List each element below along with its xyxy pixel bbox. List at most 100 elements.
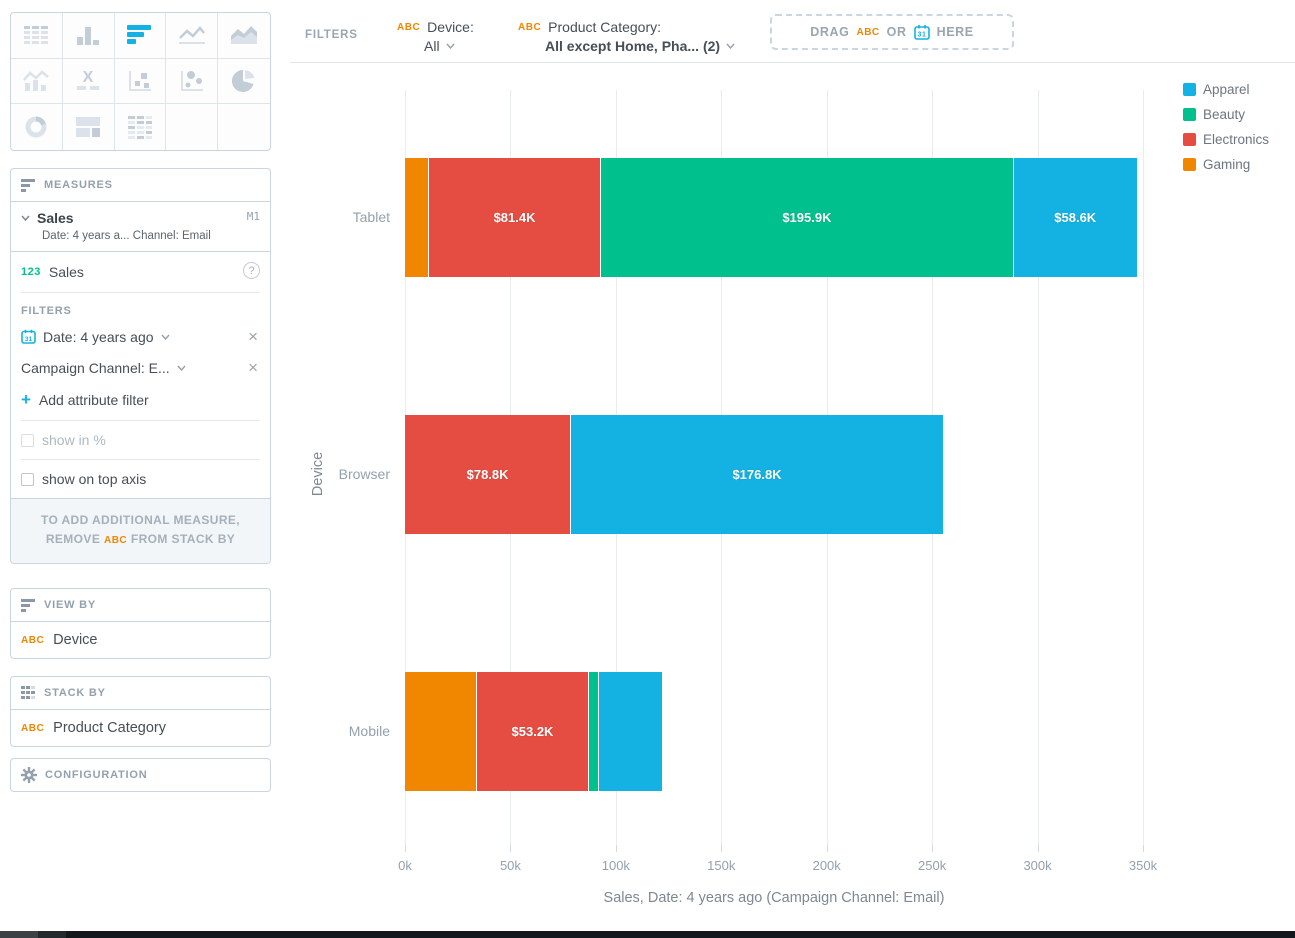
bar-segment-electronics[interactable]: $81.4K xyxy=(429,158,601,277)
vis-type-area-chart[interactable] xyxy=(218,13,270,59)
remove-attribute-filter-icon[interactable]: × xyxy=(246,359,260,376)
bar-segment-beauty[interactable]: $195.9K xyxy=(601,158,1014,277)
show-on-top-axis-checkbox[interactable]: show on top axis xyxy=(21,460,260,498)
bar-segment-electronics[interactable]: $53.2K xyxy=(477,672,589,791)
bar-segment-apparel[interactable] xyxy=(599,672,663,791)
x-axis-tick-label: 300k xyxy=(1008,858,1068,873)
chevron-down-icon[interactable] xyxy=(21,215,30,221)
legend-swatch xyxy=(1183,83,1196,96)
x-axis-tick xyxy=(721,845,722,852)
measure-subtitle: Date: 4 years a... Channel: Email xyxy=(42,230,260,242)
heatmap-icon xyxy=(127,115,153,139)
filter-drop-zone[interactable]: DRAG ABC OR 31 HERE xyxy=(770,14,1014,50)
bar-segment-gaming[interactable] xyxy=(405,672,477,791)
stack-by-bucket-icon xyxy=(21,686,36,700)
show-on-top-axis-label: show on top axis xyxy=(42,471,146,487)
legend-label: Apparel xyxy=(1203,82,1250,97)
data-label: $58.6K xyxy=(1054,210,1096,225)
calendar-icon: 31 xyxy=(914,24,930,40)
filter-chip-product-category[interactable]: ABC Product Category: All except Home, P… xyxy=(518,19,735,54)
vis-type-empty-2 xyxy=(218,104,270,150)
bar-chart-icon-selected xyxy=(127,24,152,46)
vis-type-treemap[interactable] xyxy=(63,104,115,150)
add-attribute-filter-button[interactable]: + Add attribute filter xyxy=(21,383,260,420)
configuration-header-label: CONFIGURATION xyxy=(45,769,147,781)
visualization-picker: X xyxy=(10,12,271,151)
filter-chip-title: Product Category: xyxy=(548,19,661,35)
measures-bucket-icon xyxy=(21,179,36,192)
filter-chip-device[interactable]: ABC Device: All xyxy=(397,19,474,54)
measure-card-sales[interactable]: Sales Date: 4 years a... Channel: Email … xyxy=(11,201,270,251)
vis-type-bar-chart[interactable] xyxy=(115,13,167,59)
date-filter-label: Date: 4 years ago xyxy=(43,329,154,345)
measure-fact-label: Sales xyxy=(49,264,84,280)
plot-area: 0k50k100k150k200k250k300k350kTablet$81.4… xyxy=(405,90,1143,845)
line-chart-icon xyxy=(178,24,206,46)
bar-segment-gaming[interactable] xyxy=(405,158,429,277)
view-by-item-device[interactable]: ABC Device xyxy=(11,621,270,658)
attribute-filter-row[interactable]: Campaign Channel: E... × xyxy=(21,352,260,383)
analytical-designer-app: X MEASURES Sales xyxy=(0,0,1295,938)
measure-definition-row[interactable]: 123 Sales ? xyxy=(21,252,260,292)
abc-attribute-icon: ABC xyxy=(21,723,44,734)
vis-type-scatter-plot[interactable] xyxy=(115,59,167,105)
configuration-section[interactable]: CONFIGURATION xyxy=(10,758,271,792)
legend-label: Beauty xyxy=(1203,107,1245,122)
vis-type-headline[interactable]: X xyxy=(63,59,115,105)
x-axis-tick-label: 250k xyxy=(902,858,962,873)
stack-by-item-product-category[interactable]: ABC Product Category xyxy=(11,709,270,746)
vis-type-line-chart[interactable] xyxy=(166,13,218,59)
legend-label: Gaming xyxy=(1203,157,1250,172)
vis-type-combo-chart[interactable] xyxy=(11,59,63,105)
vis-type-column-chart[interactable] xyxy=(63,13,115,59)
vis-type-table[interactable] xyxy=(11,13,63,59)
y-axis-title: Device xyxy=(310,452,326,496)
y-category-label: Mobile xyxy=(285,723,390,739)
combo-chart-icon xyxy=(22,69,50,93)
vis-type-heatmap[interactable] xyxy=(115,104,167,150)
svg-text:31: 31 xyxy=(25,336,33,343)
legend-item-electronics[interactable]: Electronics xyxy=(1183,132,1269,147)
x-axis-tick xyxy=(616,845,617,852)
vis-type-donut-chart[interactable] xyxy=(11,104,63,150)
view-by-header: VIEW BY xyxy=(11,589,270,621)
vis-type-pie-chart[interactable] xyxy=(218,59,270,105)
abc-attribute-icon: ABC xyxy=(21,635,44,646)
bar-segment-apparel[interactable]: $176.8K xyxy=(571,415,944,534)
bar-segment-beauty[interactable] xyxy=(589,672,599,791)
abc-attribute-icon: ABC xyxy=(856,27,879,38)
bar-segment-electronics[interactable]: $78.8K xyxy=(405,415,571,534)
data-label: $176.8K xyxy=(732,467,781,482)
x-axis-tick xyxy=(405,845,406,852)
vis-type-empty-1 xyxy=(166,104,218,150)
headline-icon: X xyxy=(75,69,101,93)
bar-segment-apparel[interactable]: $58.6K xyxy=(1014,158,1138,277)
attribute-filter-label: Campaign Channel: E... xyxy=(21,360,170,376)
measure-badge: M1 xyxy=(247,210,260,223)
x-axis-tick-label: 200k xyxy=(797,858,857,873)
date-filter-row[interactable]: 31 Date: 4 years ago × xyxy=(21,321,260,352)
chevron-down-icon xyxy=(446,43,455,49)
area-chart-icon xyxy=(230,24,258,46)
gridline xyxy=(1143,90,1144,845)
abc-attribute-icon: ABC xyxy=(518,22,541,33)
x-axis-tick-label: 0k xyxy=(375,858,435,873)
x-axis-tick xyxy=(1038,845,1039,852)
legend-item-beauty[interactable]: Beauty xyxy=(1183,107,1269,122)
help-icon[interactable]: ? xyxy=(243,262,260,279)
legend-item-gaming[interactable]: Gaming xyxy=(1183,157,1269,172)
legend-item-apparel[interactable]: Apparel xyxy=(1183,82,1269,97)
x-axis-tick xyxy=(510,845,511,852)
data-label: $195.9K xyxy=(782,210,831,225)
view-by-header-label: VIEW BY xyxy=(44,599,96,611)
vis-type-bubble-chart[interactable] xyxy=(166,59,218,105)
donut-chart-icon xyxy=(24,115,48,139)
x-axis-tick-label: 350k xyxy=(1113,858,1173,873)
drop-zone-here-label: HERE xyxy=(937,25,974,39)
filter-bar-divider xyxy=(290,62,1295,63)
remove-date-filter-icon[interactable]: × xyxy=(246,328,260,345)
abc-attribute-icon: ABC xyxy=(397,22,420,33)
bar-row-browser: Browser$78.8K$176.8K xyxy=(405,415,1143,534)
checkbox-icon xyxy=(21,473,34,486)
show-in-percent-checkbox[interactable]: show in % xyxy=(21,421,260,459)
